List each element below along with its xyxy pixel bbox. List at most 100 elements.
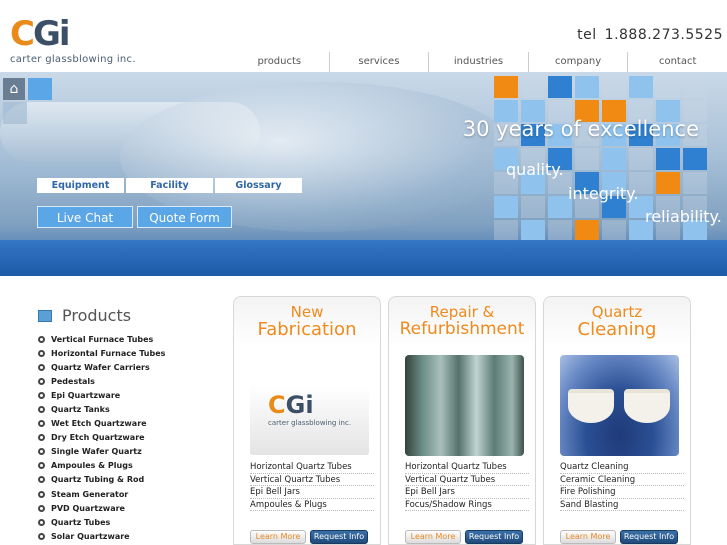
card-title-large: Cleaning bbox=[577, 318, 657, 340]
subnav-facility[interactable]: Facility bbox=[126, 178, 213, 193]
tel-number: 1.888.273.5525 bbox=[604, 27, 723, 43]
mosaic-tile bbox=[575, 220, 599, 242]
fabrication-image: CGi carter glassblowing inc. bbox=[250, 355, 369, 456]
learn-more-button[interactable]: Learn More bbox=[560, 530, 616, 544]
bullet-icon bbox=[38, 490, 45, 498]
products-title: Products bbox=[62, 306, 132, 325]
mosaic-tile bbox=[494, 220, 518, 242]
tel-label: tel bbox=[577, 27, 597, 43]
product-link[interactable]: Vertical Furnace Tubes bbox=[38, 332, 165, 346]
card-link[interactable]: Quartz Cleaning bbox=[560, 461, 684, 474]
nav-contact[interactable]: contact bbox=[628, 52, 727, 72]
product-link[interactable]: Horizontal Furnace Tubes bbox=[38, 346, 165, 360]
bullet-icon bbox=[38, 504, 45, 512]
hero-subnav: Equipment Facility Glossary bbox=[37, 178, 302, 193]
card-title-large: Refurbishment bbox=[399, 318, 525, 339]
request-info-button[interactable]: Request Info bbox=[465, 530, 523, 544]
product-link[interactable]: Quartz Tubes bbox=[38, 515, 165, 529]
mosaic-tile bbox=[683, 76, 707, 98]
product-link[interactable]: Wet Etch Quartzware bbox=[38, 417, 165, 431]
learn-more-button[interactable]: Learn More bbox=[250, 530, 306, 544]
product-link[interactable]: Quartz Tanks bbox=[38, 402, 165, 416]
cleaning-bowls-image bbox=[560, 355, 679, 456]
mosaic-tile bbox=[656, 76, 680, 98]
card-link[interactable]: Horizontal Quartz Tubes bbox=[405, 461, 529, 474]
mosaic-tile bbox=[494, 76, 518, 98]
bullet-icon bbox=[38, 363, 45, 371]
bullet-icon bbox=[38, 518, 45, 526]
hero-banner: ⌂ 30 years of excellence quality. integr… bbox=[0, 72, 727, 276]
mosaic-tile bbox=[521, 76, 545, 98]
product-link[interactable]: Quartz Tubing & Rod bbox=[38, 473, 165, 487]
card-title-large: Fabrication bbox=[257, 318, 357, 340]
mosaic-tile bbox=[575, 148, 599, 170]
bullet-icon bbox=[38, 349, 45, 357]
mosaic-tile bbox=[683, 172, 707, 194]
card-link[interactable]: Horizontal Quartz Tubes bbox=[250, 461, 374, 474]
bullet-icon bbox=[38, 420, 45, 428]
product-link[interactable]: Epi Quartzware bbox=[38, 388, 165, 402]
tagline-quality: quality. bbox=[506, 160, 564, 179]
card-title: Quartz Cleaning bbox=[544, 304, 690, 340]
product-link[interactable]: Single Wafer Quartz bbox=[38, 445, 165, 459]
mosaic-tile bbox=[602, 220, 626, 242]
card-link[interactable]: Epi Bell Jars bbox=[405, 486, 529, 499]
mosaic-tile bbox=[548, 76, 572, 98]
card-link[interactable]: Focus/Shadow Rings bbox=[405, 499, 529, 511]
bullet-icon bbox=[38, 532, 45, 540]
bullet-icon bbox=[38, 448, 45, 456]
card-link-list: Quartz Cleaning Ceramic Cleaning Fire Po… bbox=[560, 461, 684, 511]
products-heading: Products bbox=[38, 306, 131, 325]
product-link[interactable]: Solar Quartzware bbox=[38, 529, 165, 543]
products-list: Vertical Furnace Tubes Horizontal Furnac… bbox=[38, 332, 165, 543]
product-link[interactable]: Ampoules & Plugs bbox=[38, 459, 165, 473]
request-info-button[interactable]: Request Info bbox=[620, 530, 678, 544]
bullet-icon bbox=[38, 476, 45, 484]
hero-tile bbox=[3, 102, 27, 124]
logo-text: carter glassblowing inc. bbox=[10, 54, 136, 65]
live-chat-button[interactable]: Live Chat bbox=[37, 206, 133, 228]
bowl-shape bbox=[568, 389, 614, 423]
product-link[interactable]: Dry Etch Quartzware bbox=[38, 431, 165, 445]
bullet-icon bbox=[38, 406, 45, 414]
card-title: Repair & Refurbishment bbox=[389, 304, 535, 339]
home-icon[interactable]: ⌂ bbox=[3, 78, 25, 100]
request-info-button[interactable]: Request Info bbox=[310, 530, 368, 544]
mosaic-tile bbox=[629, 76, 653, 98]
top-navigation: products services industries company con… bbox=[230, 52, 727, 72]
card-link[interactable]: Ampoules & Plugs bbox=[250, 499, 374, 511]
product-link[interactable]: PVD Quartzware bbox=[38, 501, 165, 515]
nav-products[interactable]: products bbox=[230, 52, 330, 72]
mosaic-tile bbox=[602, 148, 626, 170]
bullet-icon bbox=[38, 462, 45, 470]
card-buttons: Learn More Request Info bbox=[250, 530, 368, 544]
mosaic-tile bbox=[656, 148, 680, 170]
card-link[interactable]: Fire Polishing bbox=[560, 486, 684, 499]
image-logo-mark: CGi bbox=[268, 391, 314, 419]
product-link[interactable]: Pedestals bbox=[38, 374, 165, 388]
subnav-equipment[interactable]: Equipment bbox=[37, 178, 124, 193]
nav-company[interactable]: company bbox=[529, 52, 629, 72]
card-link[interactable]: Epi Bell Jars bbox=[250, 486, 374, 499]
card-link[interactable]: Vertical Quartz Tubes bbox=[405, 474, 529, 486]
card-buttons: Learn More Request Info bbox=[560, 530, 678, 544]
nav-industries[interactable]: industries bbox=[429, 52, 529, 72]
mosaic-tile bbox=[521, 196, 545, 218]
card-link[interactable]: Vertical Quartz Tubes bbox=[250, 474, 374, 486]
product-link[interactable]: Steam Generator bbox=[38, 487, 165, 501]
nav-services[interactable]: services bbox=[330, 52, 430, 72]
product-link[interactable]: Quartz Wafer Carriers bbox=[38, 360, 165, 374]
logo[interactable]: CGi carter glassblowing inc. bbox=[10, 14, 150, 70]
card-link-list: Horizontal Quartz Tubes Vertical Quartz … bbox=[250, 461, 374, 511]
learn-more-button[interactable]: Learn More bbox=[405, 530, 461, 544]
quote-form-button[interactable]: Quote Form bbox=[137, 206, 232, 228]
card-link-list: Horizontal Quartz Tubes Vertical Quartz … bbox=[405, 461, 529, 511]
bullet-icon bbox=[38, 335, 45, 343]
card-link[interactable]: Sand Blasting bbox=[560, 499, 684, 511]
image-logo-text: carter glassblowing inc. bbox=[268, 419, 352, 427]
subnav-glossary[interactable]: Glossary bbox=[215, 178, 302, 193]
mosaic-tile bbox=[575, 76, 599, 98]
bullet-icon bbox=[38, 434, 45, 442]
card-link[interactable]: Ceramic Cleaning bbox=[560, 474, 684, 486]
tagline-reliability: reliability. bbox=[645, 207, 722, 226]
